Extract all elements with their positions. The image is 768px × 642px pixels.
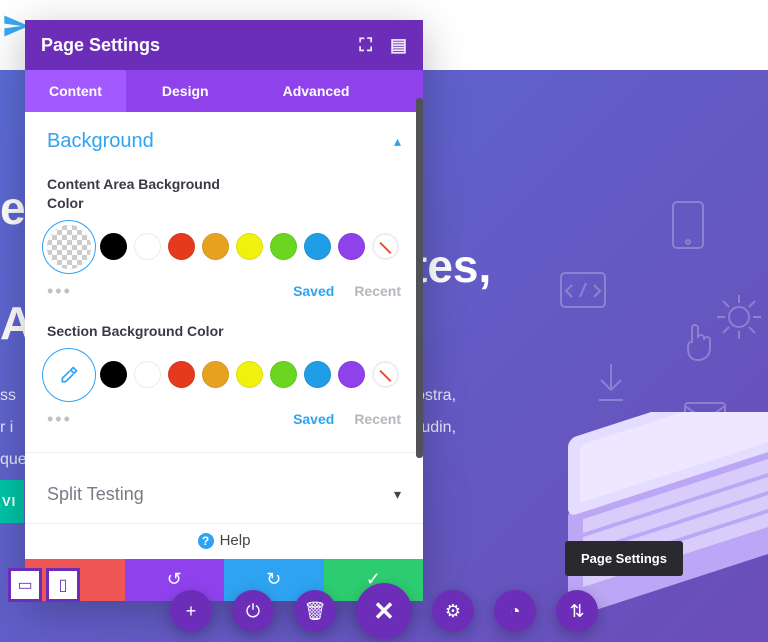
close-builder-button[interactable]: ✕ — [356, 583, 412, 639]
color-swatch[interactable] — [304, 233, 331, 260]
panel-header[interactable]: Page Settings ⛶ ▤ — [25, 20, 423, 70]
add-section-button[interactable]: + — [170, 590, 212, 632]
tab-design[interactable]: Design — [138, 70, 233, 112]
color-swatch[interactable] — [338, 233, 365, 260]
sliders-button[interactable]: ⇅ — [556, 590, 598, 632]
help-link[interactable]: ?Help — [25, 523, 423, 559]
color-swatch[interactable] — [100, 361, 127, 388]
color-swatch[interactable] — [270, 361, 297, 388]
field-content-area-bg: Content Area Background Color — [25, 171, 423, 269]
color-swatch[interactable] — [236, 233, 263, 260]
panel-title: Page Settings — [41, 35, 160, 56]
color-swatch[interactable] — [168, 233, 195, 260]
tab-content[interactable]: Content — [25, 70, 126, 112]
color-swatch[interactable] — [236, 361, 263, 388]
view-button[interactable]: VI — [0, 480, 24, 523]
more-dots-icon[interactable]: ••• — [47, 409, 72, 430]
code-icon — [558, 270, 608, 315]
page-settings-button[interactable]: ⚙ — [432, 590, 474, 632]
color-swatch-none[interactable] — [372, 233, 399, 260]
chevron-up-icon: ▴ — [394, 133, 401, 150]
color-swatch[interactable] — [168, 361, 195, 388]
color-swatch[interactable] — [304, 361, 331, 388]
swatch-row — [47, 353, 401, 397]
tablet-icon — [668, 200, 708, 257]
field-section-bg: Section Background Color — [25, 318, 423, 397]
page-settings-panel: Page Settings ⛶ ▤ Content Design Advance… — [25, 20, 423, 601]
columns-icon[interactable]: ▤ — [390, 35, 407, 56]
expand-icon[interactable]: ⛶ — [359, 35, 372, 56]
saved-palettes-link[interactable]: Saved — [293, 411, 334, 427]
more-dots-icon[interactable]: ••• — [47, 281, 72, 302]
section-background[interactable]: Background ▴ — [25, 112, 423, 171]
delete-button[interactable]: 🗑 — [294, 590, 336, 632]
color-swatch[interactable] — [338, 361, 365, 388]
swatch-row — [47, 225, 401, 269]
eyedropper-button[interactable] — [47, 353, 91, 397]
builder-action-bar: + ⏻ 🗑 ✕ ⚙ ◔ ⇅ — [0, 580, 768, 642]
color-swatch[interactable] — [134, 233, 161, 260]
gear-outline-icon — [712, 290, 766, 349]
recent-palettes-link[interactable]: Recent — [354, 283, 401, 299]
power-button[interactable]: ⏻ — [232, 590, 274, 632]
color-swatch[interactable] — [134, 361, 161, 388]
download-arrow-icon — [594, 360, 628, 409]
color-swatch[interactable] — [270, 233, 297, 260]
recent-palettes-link[interactable]: Recent — [354, 411, 401, 427]
color-swatch[interactable] — [100, 233, 127, 260]
history-button[interactable]: ◔ — [494, 590, 536, 632]
chevron-down-icon: ▾ — [394, 486, 401, 503]
tooltip-page-settings: Page Settings — [565, 541, 683, 576]
color-swatch-none[interactable] — [372, 361, 399, 388]
hand-pointer-icon — [678, 320, 718, 369]
color-swatch[interactable] — [202, 361, 229, 388]
saved-palettes-link[interactable]: Saved — [293, 283, 334, 299]
color-swatch[interactable] — [202, 233, 229, 260]
tab-advanced[interactable]: Advanced — [259, 70, 374, 112]
section-split-testing[interactable]: Split Testing ▾ — [25, 466, 423, 523]
current-color-swatch-transparent[interactable] — [47, 225, 91, 269]
help-icon: ? — [198, 533, 214, 549]
panel-tabs: Content Design Advanced — [25, 70, 423, 112]
panel-scrollbar[interactable] — [416, 70, 423, 559]
